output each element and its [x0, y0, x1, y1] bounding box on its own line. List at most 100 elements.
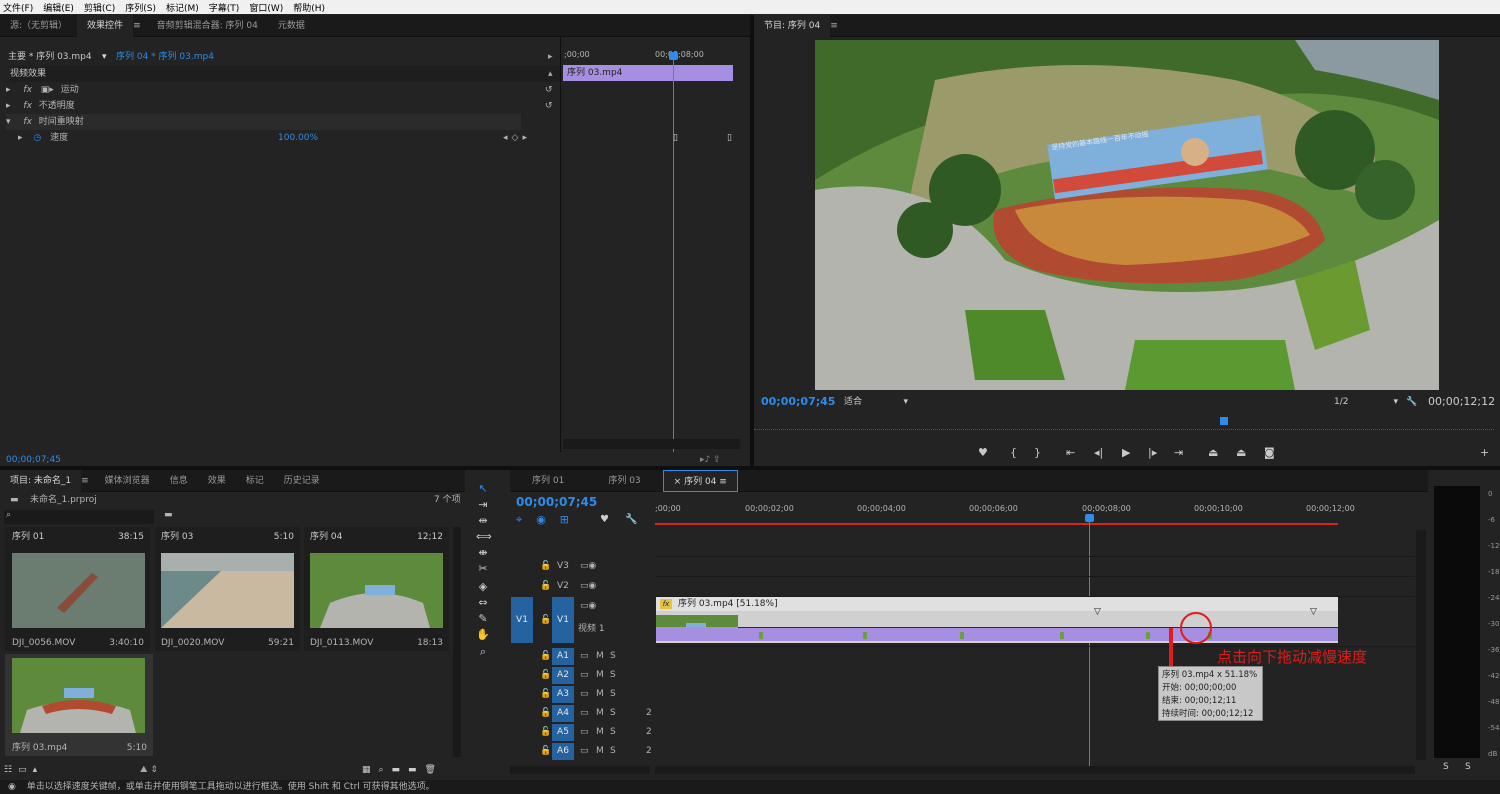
- lock-icon[interactable]: 🔓: [540, 708, 551, 718]
- timeline-toolbar-icons[interactable]: ⌖◉⊞: [516, 512, 583, 528]
- tab-effects[interactable]: 效果: [198, 470, 236, 492]
- timeline-clip[interactable]: 序列 03.mp4 [51.18%] fx ▽ ▽: [656, 597, 1338, 643]
- speed-value[interactable]: 100.00%: [278, 130, 318, 146]
- tab-sequence-01[interactable]: 序列 01: [510, 470, 586, 492]
- ec-playhead-handle[interactable]: [669, 52, 678, 60]
- timeline-vertical-scrollbar[interactable]: [1416, 530, 1426, 760]
- mute-button[interactable]: M: [596, 651, 604, 661]
- play-icon[interactable]: ▶: [1122, 446, 1130, 459]
- toggle-output-icon[interactable]: ▭◉: [580, 601, 596, 611]
- target-track-a6[interactable]: A6: [552, 743, 574, 760]
- play-only-icon[interactable]: ▸: [548, 49, 553, 65]
- timeline-horizontal-scrollbar[interactable]: [510, 766, 650, 774]
- tab-menu-icon[interactable]: ≡: [830, 21, 838, 31]
- solo-button[interactable]: S: [610, 746, 616, 756]
- ripple-edit-icon[interactable]: ⇹: [476, 514, 490, 527]
- tab-program[interactable]: 节目: 序列 04: [754, 14, 831, 37]
- effect-motion-row[interactable]: ▸ fx ▣▸ 运动: [6, 82, 561, 98]
- project-item[interactable]: 序列 04 12;12 DJI_0113.MOV 18:13: [304, 527, 449, 651]
- mark-out-icon[interactable]: }: [1034, 446, 1041, 459]
- target-track-a4[interactable]: A4: [552, 705, 574, 722]
- scroll-up-icon[interactable]: ▴: [548, 66, 553, 82]
- project-scrollbar[interactable]: [453, 527, 461, 757]
- solo-button[interactable]: S: [610, 727, 616, 737]
- target-track-a2[interactable]: A2: [552, 667, 574, 684]
- step-back-icon[interactable]: ◂|: [1094, 446, 1103, 459]
- menu-edit[interactable]: 编辑(E): [43, 1, 74, 14]
- menu-window[interactable]: 窗口(W): [249, 1, 283, 14]
- rate-stretch-icon[interactable]: ⇼: [476, 546, 490, 559]
- menu-help[interactable]: 帮助(H): [293, 1, 325, 14]
- view-toggle-icon[interactable]: ☷▭▴: [4, 762, 43, 778]
- solo-button[interactable]: S: [610, 689, 616, 699]
- lock-icon[interactable]: 🔓: [540, 561, 551, 571]
- lock-icon[interactable]: 🔓: [540, 670, 551, 680]
- keyframe-nav-icon[interactable]: ◂◇▸: [503, 130, 531, 146]
- project-item[interactable]: 序列 01 38:15 DJI_0056.MOV 3:40:10: [5, 527, 150, 651]
- search-input[interactable]: ⌕: [4, 510, 154, 524]
- speed-keyframe-icon[interactable]: ▯: [727, 133, 732, 143]
- sync-icon[interactable]: ▭: [580, 670, 589, 680]
- tab-sequence-03[interactable]: 序列 03: [586, 470, 662, 492]
- new-bin-icon[interactable]: ▬: [164, 510, 173, 520]
- marker-icon[interactable]: ♥: [600, 512, 609, 528]
- resolution-dropdown[interactable]: 1/2 ▾: [1334, 394, 1398, 410]
- speed-keyframe-icon[interactable]: ▯: [673, 133, 678, 143]
- target-track-a1[interactable]: A1: [552, 648, 574, 665]
- go-to-out-icon[interactable]: ⇥: [1174, 446, 1183, 459]
- hand-tool-icon[interactable]: ✋: [476, 628, 490, 641]
- lock-icon[interactable]: 🔓: [540, 615, 551, 625]
- mute-button[interactable]: M: [596, 746, 604, 756]
- razor-tool-icon[interactable]: ✂: [476, 562, 490, 575]
- selection-tool-icon[interactable]: ↖: [476, 482, 490, 495]
- lock-icon[interactable]: 🔓: [540, 727, 551, 737]
- ec-scrollbar[interactable]: [563, 439, 740, 449]
- mute-button[interactable]: M: [596, 708, 604, 718]
- tab-audio-mixer[interactable]: 音频剪辑混合器: 序列 04: [147, 15, 268, 37]
- add-button-icon[interactable]: +: [1480, 446, 1489, 459]
- program-playhead[interactable]: [1220, 417, 1228, 425]
- target-track-a5[interactable]: A5: [552, 724, 574, 741]
- tab-markers[interactable]: 标记: [236, 470, 274, 492]
- step-forward-icon[interactable]: |▸: [1148, 446, 1157, 459]
- toggle-output-icon[interactable]: ▭◉: [580, 561, 596, 571]
- solo-button[interactable]: S: [610, 670, 616, 680]
- speed-keyframe-icon[interactable]: ▽: [1310, 607, 1317, 617]
- menu-marker[interactable]: 标记(M): [166, 1, 199, 14]
- tab-sequence-04[interactable]: × 序列 04 ≡: [662, 469, 738, 492]
- fit-dropdown[interactable]: 适合 ▾: [844, 394, 908, 410]
- tab-metadata[interactable]: 元数据: [268, 15, 315, 37]
- project-item[interactable]: 序列 03 5:10 DJI_0020.MOV 59:21: [155, 527, 300, 651]
- tab-project[interactable]: 项目: 未命名_1: [0, 469, 82, 492]
- zoom-icon[interactable]: ⛰ ⇕: [140, 762, 158, 778]
- timeline-ruler[interactable]: ;00;00 00;00;02;00 00;00;04;00 00;00;06;…: [655, 492, 1427, 528]
- zoom-tool-icon[interactable]: ⌕: [476, 645, 490, 659]
- expand-icon[interactable]: ▸: [6, 85, 11, 95]
- wrench-icon[interactable]: 🔧: [625, 512, 637, 528]
- close-icon[interactable]: ×: [674, 477, 682, 487]
- project-tools-icon[interactable]: ▦⌕▬▬🗑: [362, 762, 444, 778]
- effect-time-remap-row[interactable]: ▾ fx 时间重映射: [6, 114, 521, 130]
- lift-icon[interactable]: ⏏: [1208, 446, 1218, 459]
- solo-button[interactable]: S: [610, 708, 616, 718]
- fx-icon[interactable]: fx: [23, 85, 32, 95]
- slip-tool-icon[interactable]: ◈: [476, 580, 490, 593]
- program-scrubber[interactable]: [754, 420, 1494, 430]
- sequence-clip-label[interactable]: 序列 04 * 序列 03.mp4: [116, 49, 214, 65]
- tab-effect-controls[interactable]: 效果控件: [77, 14, 134, 37]
- expand-icon[interactable]: ▸: [6, 101, 11, 111]
- reset-icon[interactable]: ↺: [545, 82, 553, 98]
- fx-icon[interactable]: fx: [23, 117, 32, 127]
- chevron-down-icon[interactable]: ▾: [102, 49, 107, 65]
- extract-icon[interactable]: ⏏: [1236, 446, 1246, 459]
- rolling-edit-icon[interactable]: ⟺: [476, 530, 492, 543]
- meter-solo-right[interactable]: S: [1465, 762, 1471, 772]
- master-clip-label[interactable]: 主要 * 序列 03.mp4: [8, 49, 92, 65]
- lock-icon[interactable]: 🔓: [540, 581, 551, 591]
- menu-sequence[interactable]: 序列(S): [125, 1, 156, 14]
- sync-icon[interactable]: ▭: [580, 746, 589, 756]
- lock-icon[interactable]: 🔓: [540, 689, 551, 699]
- target-track-a3[interactable]: A3: [552, 686, 574, 703]
- target-track-v1[interactable]: V1: [552, 597, 574, 643]
- project-item[interactable]: 序列 03.mp4 5:10: [5, 654, 153, 756]
